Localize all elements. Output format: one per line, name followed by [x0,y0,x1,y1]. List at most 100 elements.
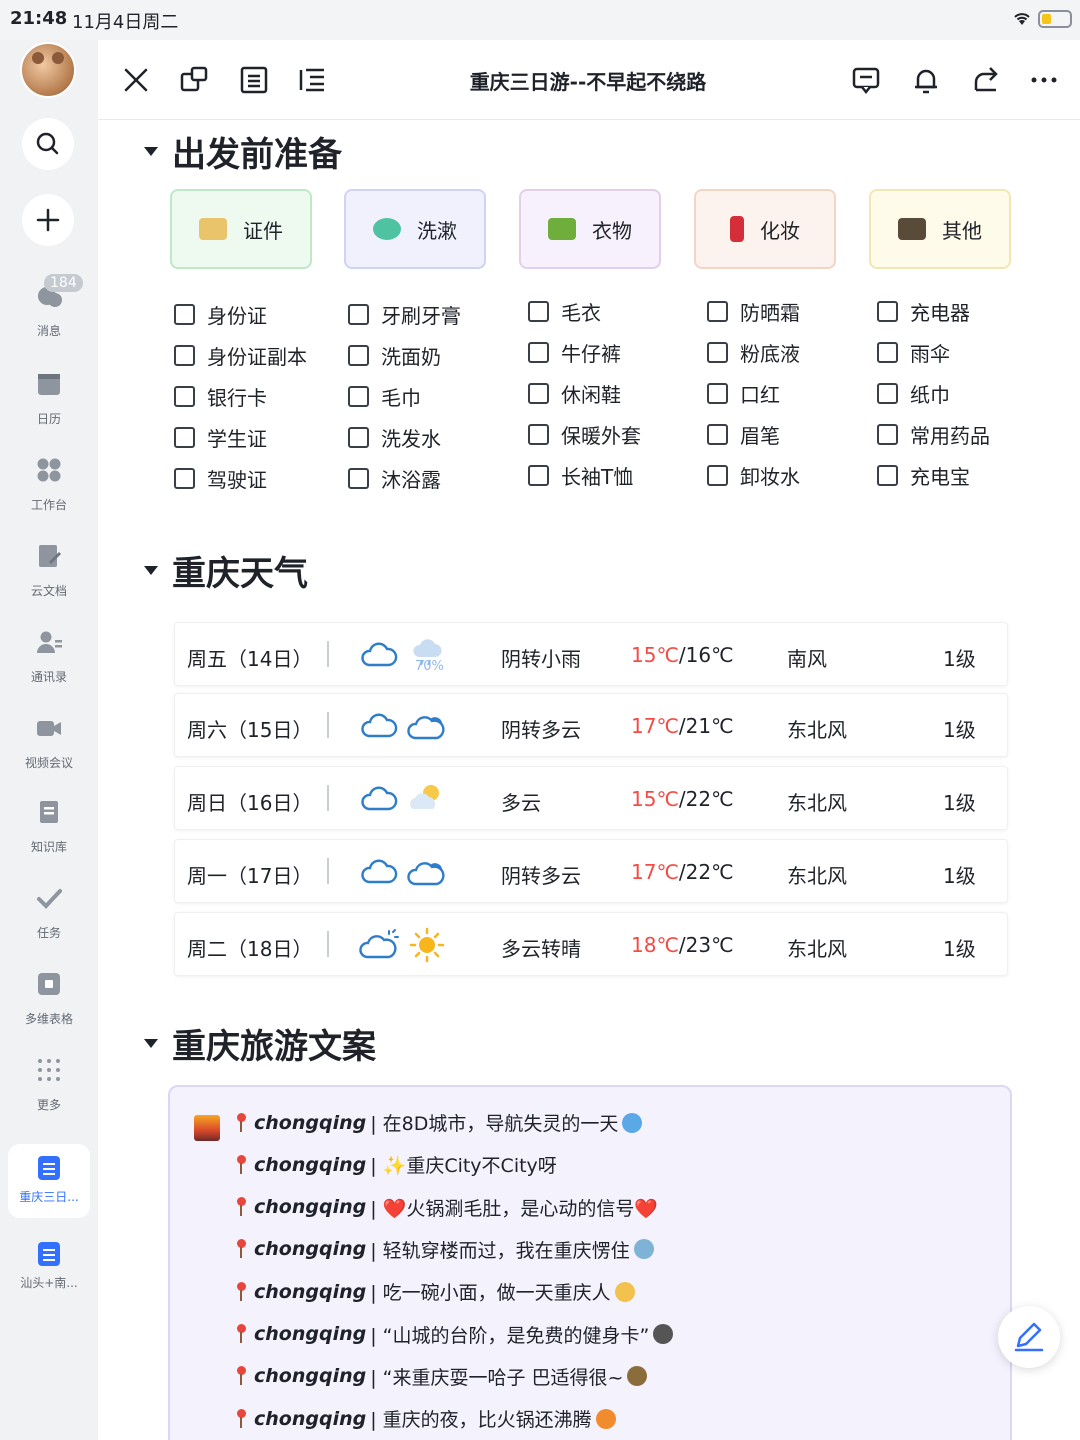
checklist-item[interactable]: 休闲鞋 [528,373,641,414]
rail-item-messages[interactable]: 184 消息 [0,274,98,339]
rail-item-more[interactable]: 更多 [0,1056,98,1113]
checkbox[interactable] [877,424,898,445]
checklist-item[interactable]: 毛巾 [348,376,461,417]
rail-item-workbench[interactable]: 工作台 [0,456,98,513]
copy-line: chongqing | 吃一碗小面，做一天重庆人 [236,1278,635,1305]
checkbox[interactable] [877,342,898,363]
checkbox[interactable] [348,386,369,407]
checkbox[interactable] [348,468,369,489]
checkbox[interactable] [528,424,549,445]
checkbox[interactable] [707,383,728,404]
checkbox[interactable] [877,465,898,486]
divider [327,931,329,957]
rail-label: 消息 [36,324,61,338]
checklist-item[interactable]: 毛衣 [528,291,641,332]
rail-doc-current[interactable]: 重庆三日... [8,1144,90,1218]
collapse-triangle-icon[interactable] [144,1039,158,1048]
checkbox[interactable] [174,427,195,448]
checkbox[interactable] [528,465,549,486]
search-button[interactable] [22,118,74,170]
category-card-toiletries[interactable]: 洗漱 [344,189,486,269]
checklist-label: 防晒霜 [740,301,800,325]
pin-icon [236,1154,246,1175]
category-card-clothes[interactable]: 衣物 [519,189,661,269]
rail-item-wiki[interactable]: 知识库 [0,798,98,855]
checkbox[interactable] [348,345,369,366]
rail-item-tasks[interactable]: 任务 [0,884,98,941]
section-copy[interactable]: 重庆旅游文案 [144,1019,376,1068]
checklist-item[interactable]: 身份证 [174,294,307,335]
checkbox[interactable] [877,383,898,404]
checklist-item[interactable]: 粉底液 [707,332,800,373]
rail-label: 日历 [36,412,61,426]
toc-icon[interactable] [296,64,328,96]
temp-low: 15℃ [631,787,679,811]
checkbox[interactable] [348,304,369,325]
checklist-item[interactable]: 长袖T恤 [528,455,641,496]
checklist-item[interactable]: 口红 [707,373,800,414]
edit-button[interactable] [998,1306,1060,1368]
checkbox[interactable] [174,468,195,489]
rail-item-video[interactable]: 视频会议 [0,714,98,771]
checkbox[interactable] [348,427,369,448]
close-icon[interactable] [120,64,152,96]
collapse-triangle-icon[interactable] [144,566,158,575]
callout-block[interactable]: chongqing | 在8D城市，导航失灵的一天 chongqing | ✨重庆Ci… [168,1085,1012,1440]
checklist-item[interactable]: 眉笔 [707,414,800,455]
more-icon[interactable] [1028,64,1060,96]
checklist-item[interactable]: 充电器 [877,291,990,332]
checklist-item[interactable]: 纸巾 [877,373,990,414]
checklist-item[interactable]: 牙刷牙膏 [348,294,461,335]
cloudy-icon [359,852,399,892]
checkbox[interactable] [877,301,898,322]
checklist-item[interactable]: 洗发水 [348,417,461,458]
temp-high: /22℃ [678,787,734,811]
bell-icon[interactable] [910,64,942,96]
add-button[interactable] [22,194,74,246]
rail-item-contacts[interactable]: 通讯录 [0,628,98,685]
checklist-item[interactable]: 充电宝 [877,455,990,496]
collapse-triangle-icon[interactable] [144,147,158,156]
checklist-item[interactable]: 洗面奶 [348,335,461,376]
rail-doc-other[interactable]: 汕头+南... [8,1230,90,1304]
checkbox[interactable] [528,301,549,322]
category-card-documents[interactable]: 证件 [170,189,312,269]
checkbox[interactable] [528,342,549,363]
new-window-icon[interactable] [178,64,210,96]
section-title: 重庆天气 [172,554,308,594]
checkbox[interactable] [174,345,195,366]
checkbox[interactable] [707,465,728,486]
comment-icon[interactable] [850,64,882,96]
checkbox[interactable] [528,383,549,404]
checkbox[interactable] [174,304,195,325]
share-icon[interactable] [970,64,1002,96]
category-card-other[interactable]: 其他 [869,189,1011,269]
copy-text: | ❤️火锅涮毛肚，是心动的信号❤️ [370,1197,658,1220]
checkbox[interactable] [707,342,728,363]
rail-item-calendar[interactable]: 日历 [0,370,98,427]
outline-icon[interactable] [238,64,270,96]
checkbox[interactable] [707,424,728,445]
rail-item-docs[interactable]: 云文档 [0,542,98,599]
checklist-item[interactable]: 卸妆水 [707,455,800,496]
avatar[interactable] [20,42,76,98]
contacts-icon [37,631,62,653]
category-card-makeup[interactable]: 化妆 [694,189,836,269]
checkbox[interactable] [174,386,195,407]
wind-level: 1级 [943,864,976,888]
checklist-item[interactable]: 保暖外套 [528,414,641,455]
checklist-item[interactable]: 雨伞 [877,332,990,373]
section-weather[interactable]: 重庆天气 [144,546,308,595]
checklist-item[interactable]: 身份证副本 [174,335,307,376]
checklist-item[interactable]: 牛仔裤 [528,332,641,373]
section-prep[interactable]: 出发前准备 [144,127,342,176]
checklist-item[interactable]: 驾驶证 [174,458,307,499]
checklist-item[interactable]: 学生证 [174,417,307,458]
rail-item-bitable[interactable]: 多维表格 [0,970,98,1027]
checkbox[interactable] [707,301,728,322]
checklist-item[interactable]: 防晒霜 [707,291,800,332]
checklist-item[interactable]: 银行卡 [174,376,307,417]
weather-row: 周六（15日） 阴转多云 17℃/21℃ 东北风 1级 [174,693,1008,757]
checklist-item[interactable]: 沐浴露 [348,458,461,499]
checklist-item[interactable]: 常用药品 [877,414,990,455]
